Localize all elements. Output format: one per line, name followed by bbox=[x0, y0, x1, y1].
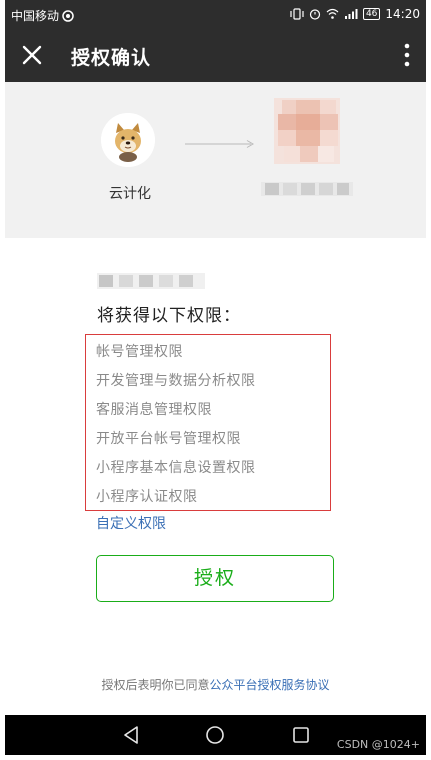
permission-item: 帐号管理权限 bbox=[96, 344, 183, 360]
status-bar: 中国移动 46 14:20 bbox=[5, 0, 426, 28]
alarm-icon bbox=[309, 9, 321, 20]
arrow-right-icon bbox=[185, 140, 254, 148]
permission-item: 小程序认证权限 bbox=[96, 489, 198, 505]
app-avatar bbox=[101, 113, 155, 167]
battery-indicator: 46 bbox=[362, 8, 381, 20]
more-vertical-icon[interactable] bbox=[402, 41, 412, 69]
agreement-prefix: 授权后表明你已同意 bbox=[101, 678, 210, 692]
account-name-redacted bbox=[97, 273, 205, 289]
agreement-link[interactable]: 公众平台授权服务协议 bbox=[210, 678, 330, 692]
home-circle-icon[interactable] bbox=[204, 724, 226, 746]
title-bar: 授权确认 bbox=[5, 28, 426, 82]
wifi-icon bbox=[326, 8, 339, 19]
carrier-text: 中国移动 bbox=[11, 9, 60, 23]
doge-avatar-icon bbox=[101, 113, 155, 167]
vibrate-icon bbox=[290, 8, 304, 20]
permission-item: 开发管理与数据分析权限 bbox=[96, 373, 256, 389]
user-avatar bbox=[274, 98, 340, 164]
page-title: 授权确认 bbox=[71, 47, 152, 69]
location-icon bbox=[62, 9, 74, 22]
custom-permissions-link[interactable]: 自定义权限 bbox=[96, 513, 166, 533]
back-triangle-icon[interactable] bbox=[120, 724, 142, 746]
watermark-text: CSDN @1024+ bbox=[336, 738, 420, 751]
status-right: 46 14:20 bbox=[290, 7, 420, 21]
phone-screen: 中国移动 46 14:20 授权确认 云计化 将获得以下权限： 帐号管理权限 开… bbox=[5, 0, 426, 760]
clock-text: 14:20 bbox=[385, 7, 420, 21]
recents-square-icon[interactable] bbox=[290, 724, 312, 746]
status-left: 中国移动 bbox=[11, 7, 74, 24]
signal-icon bbox=[344, 9, 358, 19]
permission-item: 开放平台帐号管理权限 bbox=[96, 431, 241, 447]
user-name-redacted bbox=[261, 182, 353, 196]
app-name: 云计化 bbox=[109, 186, 151, 202]
permissions-heading: 将获得以下权限： bbox=[97, 306, 241, 326]
agreement-note: 授权后表明你已同意公众平台授权服务协议 bbox=[5, 676, 426, 693]
auth-header: 云计化 bbox=[5, 82, 426, 238]
system-nav-bar: CSDN @1024+ bbox=[5, 715, 426, 755]
permission-item: 客服消息管理权限 bbox=[96, 402, 212, 418]
permission-item: 小程序基本信息设置权限 bbox=[96, 460, 256, 476]
authorize-button[interactable]: 授权 bbox=[96, 555, 334, 602]
close-icon[interactable] bbox=[19, 42, 45, 68]
